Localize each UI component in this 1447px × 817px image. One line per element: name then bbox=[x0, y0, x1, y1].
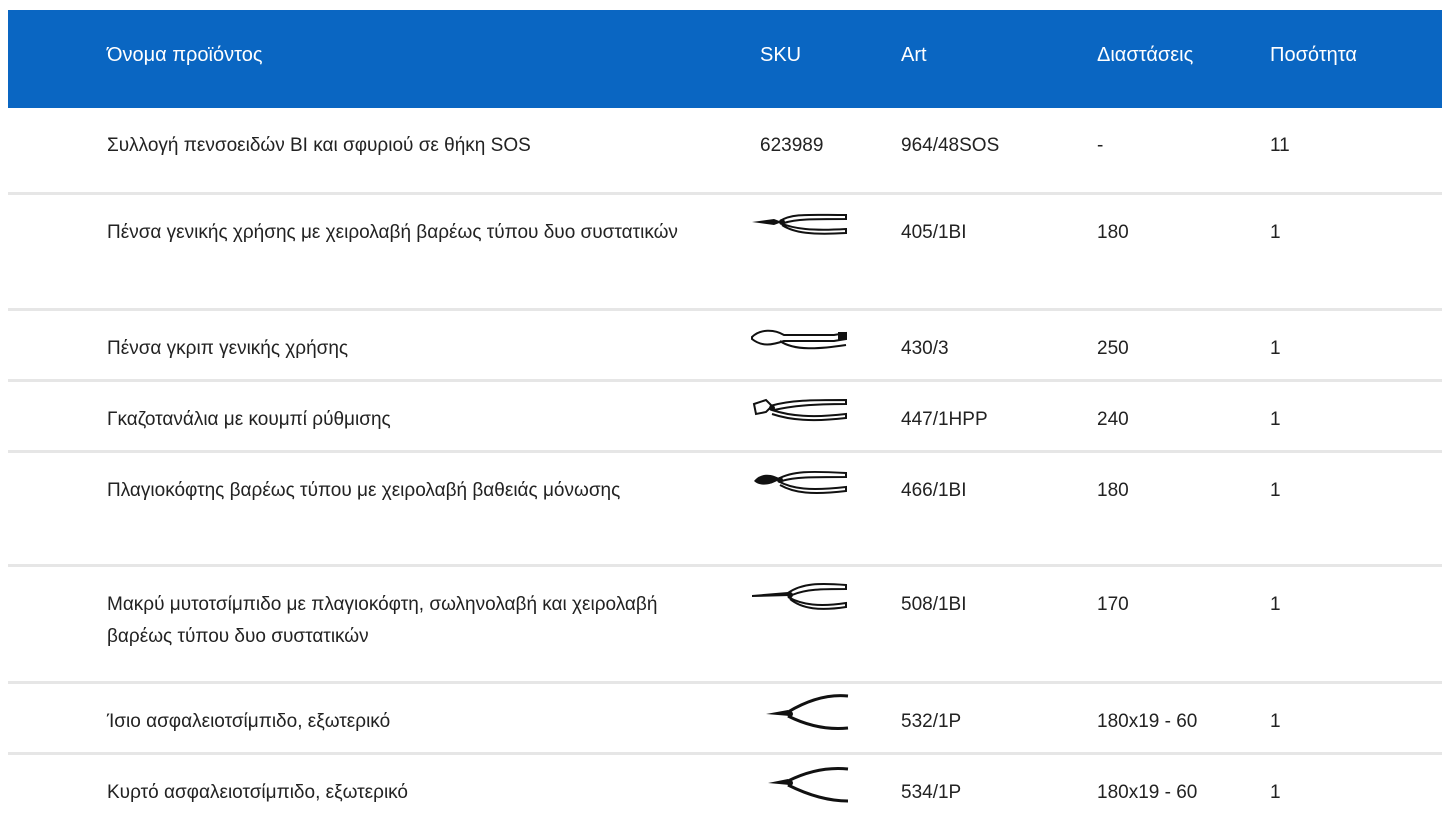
product-art: 534/1P bbox=[901, 782, 962, 803]
product-quantity: 1 bbox=[1270, 338, 1281, 359]
water-pump-pliers-icon bbox=[750, 396, 850, 430]
product-name: Κυρτό ασφαλειοτσίμπιδο, εξωτερικό bbox=[107, 782, 409, 803]
product-quantity: 1 bbox=[1270, 480, 1281, 501]
product-name: Πένσα γενικής χρήσης με χειρολαβή βαρέως… bbox=[107, 222, 678, 243]
table-row: Μακρύ μυτοτσίμπιδο με πλαγιοκόφτη, σωλην… bbox=[8, 567, 1442, 684]
product-dimensions: 180x19 - 60 bbox=[1097, 782, 1198, 803]
header-name[interactable]: Όνομα προϊόντος bbox=[107, 44, 263, 67]
combination-pliers-icon bbox=[750, 209, 850, 243]
product-quantity: 1 bbox=[1270, 782, 1281, 803]
product-name: Συλλογή πενσοειδών BI και σφυριού σε θήκ… bbox=[107, 135, 531, 156]
product-dimensions: 170 bbox=[1097, 594, 1129, 615]
table-row: Γκαζοτανάλια με κουμπί ρύθμισης 447/1HPP… bbox=[8, 382, 1442, 453]
product-name: Ίσιο ασφαλειοτσίμπιδο, εξωτερικό bbox=[107, 711, 391, 732]
product-art: 430/3 bbox=[901, 338, 949, 359]
header-quantity[interactable]: Ποσότητα bbox=[1270, 44, 1357, 67]
product-art: 447/1HPP bbox=[901, 409, 988, 430]
product-quantity: 11 bbox=[1270, 135, 1290, 156]
product-quantity: 1 bbox=[1270, 409, 1281, 430]
product-dimensions: 180x19 - 60 bbox=[1097, 711, 1198, 732]
product-dimensions: - bbox=[1097, 135, 1104, 156]
table-row: Πένσα γκριπ γενικής χρήσης 430/3 250 1 bbox=[8, 311, 1442, 382]
product-art: 964/48SOS bbox=[901, 135, 1000, 156]
header-dimensions[interactable]: Διαστάσεις bbox=[1097, 44, 1193, 67]
product-dimensions: 250 bbox=[1097, 338, 1129, 359]
table-row: Ίσιο ασφαλειοτσίμπιδο, εξωτερικό 532/1P … bbox=[8, 684, 1442, 755]
product-quantity: 1 bbox=[1270, 594, 1281, 615]
product-quantity: 1 bbox=[1270, 711, 1281, 732]
product-art: 466/1BI bbox=[901, 480, 967, 501]
long-nose-pliers-icon bbox=[750, 581, 850, 615]
table-row: Συλλογή πενσοειδών BI και σφυριού σε θήκ… bbox=[8, 108, 1442, 195]
product-art: 405/1BI bbox=[901, 222, 967, 243]
product-dimensions: 240 bbox=[1097, 409, 1129, 430]
table-row: Πλαγιοκόφτης βαρέως τύπου με χειρολαβή β… bbox=[8, 453, 1442, 567]
product-dimensions: 180 bbox=[1097, 222, 1129, 243]
straight-circlip-pliers-icon bbox=[750, 692, 850, 732]
header-sku[interactable]: SKU bbox=[760, 44, 801, 67]
bent-circlip-pliers-icon bbox=[750, 763, 850, 805]
product-dimensions: 180 bbox=[1097, 480, 1129, 501]
product-name: Γκαζοτανάλια με κουμπί ρύθμισης bbox=[107, 409, 391, 430]
product-art: 532/1P bbox=[901, 711, 962, 732]
product-art: 508/1BI bbox=[901, 594, 967, 615]
product-table: Όνομα προϊόντος SKU Art Διαστάσεις Ποσότ… bbox=[8, 10, 1442, 817]
product-quantity: 1 bbox=[1270, 222, 1281, 243]
header-art[interactable]: Art bbox=[901, 44, 927, 67]
product-name: Μακρύ μυτοτσίμπιδο με πλαγιοκόφτη, σωλην… bbox=[107, 594, 658, 647]
table-row: Κυρτό ασφαλειοτσίμπιδο, εξωτερικό 534/1P… bbox=[8, 755, 1442, 817]
product-name: Πλαγιοκόφτης βαρέως τύπου με χειρολαβή β… bbox=[107, 480, 621, 501]
table-header: Όνομα προϊόντος SKU Art Διαστάσεις Ποσότ… bbox=[8, 10, 1442, 108]
side-cutter-icon bbox=[750, 467, 850, 501]
locking-pliers-icon bbox=[750, 325, 850, 359]
table-row: Πένσα γενικής χρήσης με χειρολαβή βαρέως… bbox=[8, 195, 1442, 311]
product-sku: 623989 bbox=[760, 135, 824, 156]
product-name: Πένσα γκριπ γενικής χρήσης bbox=[107, 338, 349, 359]
